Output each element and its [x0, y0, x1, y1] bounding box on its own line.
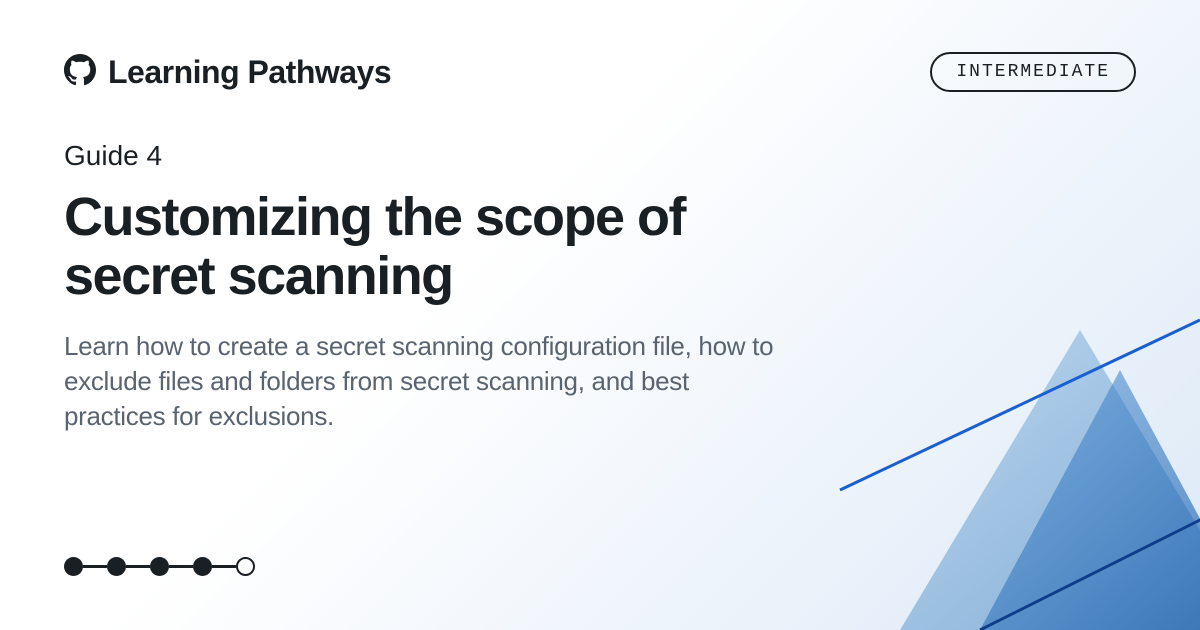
content: Guide 4 Customizing the scope of secret …: [0, 92, 1200, 434]
progress-step-2: [107, 557, 126, 576]
progress-connector: [212, 565, 236, 568]
github-icon: [64, 54, 96, 91]
progress-step-3: [150, 557, 169, 576]
brand-name: Learning Pathways: [108, 54, 391, 91]
progress-step-4: [193, 557, 212, 576]
description: Learn how to create a secret scanning co…: [64, 329, 784, 434]
progress-connector: [126, 565, 150, 568]
progress-connector: [83, 565, 107, 568]
guide-label: Guide 4: [64, 140, 1136, 172]
progress-connector: [169, 565, 193, 568]
progress-step-5: [236, 557, 255, 576]
progress-step-1: [64, 557, 83, 576]
page-title: Customizing the scope of secret scanning: [64, 188, 764, 307]
brand: Learning Pathways: [64, 54, 391, 91]
progress-indicator: [64, 557, 255, 576]
header: Learning Pathways INTERMEDIATE: [0, 0, 1200, 92]
level-badge: INTERMEDIATE: [930, 52, 1136, 92]
